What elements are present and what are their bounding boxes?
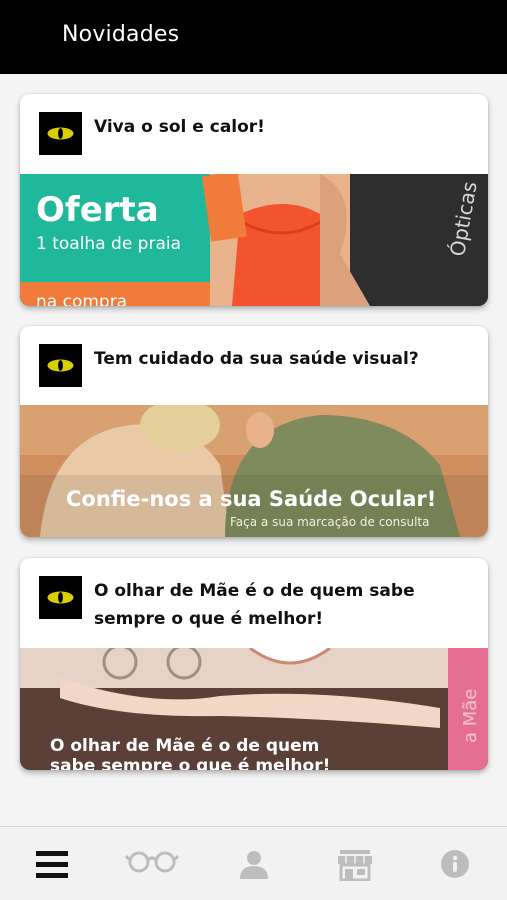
offer-banner[interactable]: Oferta 1 toalha de praia na compra Óptic… [20,174,488,306]
store-logo [39,344,82,387]
mothers-day-line2: sabe sempre o que é melhor! [50,756,331,770]
app-header: Novidades [0,0,507,74]
eye-health-headline: Confie-nos a sua Saúde Ocular! [66,487,437,511]
news-card-sun[interactable]: Viva o sol e calor! Oferta 1 toalha de p… [20,94,488,306]
news-card-vision[interactable]: Tem cuidado da sua saúde visual? Confie-… [20,326,488,537]
side-brand-text: a Mãe [460,688,481,743]
card-title: Viva o sol e calor! [94,117,265,137]
mothers-day-line1: O olhar de Mãe é o de quem [50,736,320,756]
glasses-icon [125,851,179,873]
offer-headline: Oferta [36,190,159,230]
menu-icon [36,851,68,878]
card-title: O olhar de Mãe é o de quem sabe sempre o… [94,581,415,629]
bottom-navigation [0,826,507,900]
news-feed[interactable]: Viva o sol e calor! Oferta 1 toalha de p… [0,74,507,826]
card-header: O olhar de Mãe é o de quem sabe sempre o… [20,558,488,648]
profile-icon [240,851,268,879]
store-icon [338,850,372,881]
eye-health-subline: Faça a sua marcação de consulta [230,515,430,529]
store-logo [39,112,82,155]
card-title: Tem cuidado da sua saúde visual? [94,349,419,369]
offer-footer: na compra [36,292,128,306]
cat-eye-logo-icon [47,359,74,372]
card-header: Viva o sol e calor! [20,94,488,174]
offer-subline: 1 toalha de praia [36,234,182,254]
news-card-mother[interactable]: O olhar de Mãe é o de quem sabe sempre o… [20,558,488,770]
nav-info[interactable] [425,827,485,900]
card-header: Tem cuidado da sua saúde visual? [20,326,488,405]
nav-glasses[interactable] [122,827,182,900]
nav-profile[interactable] [224,827,284,900]
cat-eye-logo-icon [47,591,74,604]
nav-stores[interactable] [325,827,385,900]
page-title: Novidades [62,22,180,47]
mothers-day-banner[interactable]: O olhar de Mãe é o de quem sabe sempre o… [20,648,488,770]
info-icon [441,850,469,878]
store-logo [39,576,82,619]
cat-eye-logo-icon [47,127,74,140]
eye-health-banner[interactable]: Confie-nos a sua Saúde Ocular! Faça a su… [20,405,488,537]
nav-menu[interactable] [22,827,82,900]
